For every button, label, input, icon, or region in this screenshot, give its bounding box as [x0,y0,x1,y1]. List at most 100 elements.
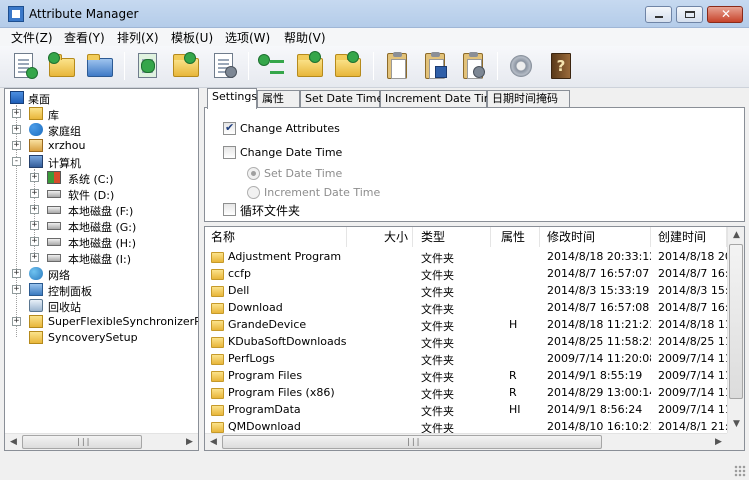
cell-created: 2009/7/14 11 [658,403,727,416]
status-bar [0,455,749,480]
table-row[interactable]: Download 文件夹 2014/8/7 16:57:08 2014/8/7 16: [205,300,744,317]
close-button[interactable]: ✕ [707,6,743,23]
clipboard-save-button[interactable] [419,50,451,82]
column-created[interactable]: 创建时间 [651,227,727,247]
cell-modified: 2014/8/10 16:10:21 [547,420,651,433]
cell-modified: 2014/8/25 11:58:25 [547,335,651,348]
file-list[interactable]: 名称 大小 类型 属性 修改时间 创建时间 Adjustment Program… [204,226,745,451]
document-checklist-button[interactable] [8,50,40,82]
drive-icon [47,238,61,246]
collapse-icon[interactable]: - [12,157,21,166]
scroll-right-icon[interactable]: ▶ [181,434,198,450]
list-vertical-scrollbar[interactable]: ▲ ▼ [727,227,744,433]
scroll-left-icon[interactable]: ◀ [205,434,222,450]
scroll-thumb[interactable] [729,244,743,399]
table-row[interactable]: Adjustment Program 文件夹 2014/8/18 20:33:12 2… [205,249,744,266]
table-row[interactable]: Dell 文件夹 2014/8/3 15:33:19 2014/8/3 15: [205,283,744,300]
resize-grip-icon[interactable] [734,465,746,477]
sync-button[interactable] [132,50,164,82]
expand-icon[interactable]: + [30,253,39,262]
add-sort-button[interactable] [256,50,288,82]
tab-attributes[interactable]: 属性 [257,90,300,108]
clipboard-button[interactable] [381,50,413,82]
tab-increment-date-time[interactable]: Increment Date Time [380,90,501,108]
column-name[interactable]: 名称 [205,227,347,247]
menu-view[interactable]: 查看(Y) [64,29,105,46]
scroll-down-icon[interactable]: ▼ [728,416,744,433]
table-row[interactable]: GrandeDevice 文件夹 H 2014/8/18 11:21:23 2014/8… [205,317,744,334]
cell-created: 2009/7/14 11 [658,369,727,382]
change-date-time-checkbox[interactable] [223,146,236,159]
document-gear-button[interactable] [208,50,240,82]
column-type[interactable]: 类型 [413,227,491,247]
change-attributes-checkbox[interactable] [223,121,236,135]
column-attributes[interactable]: 属性 [491,227,540,247]
scroll-thumb[interactable]: ||| [22,435,142,449]
folder-tree[interactable]: 桌面 + 库 + 家庭组 + xrzhou - 计算机 + 系统 (C:) + … [4,88,199,451]
title-bar: Attribute Manager ✕ [0,0,749,28]
set-date-time-radio[interactable] [247,167,260,180]
table-row[interactable]: PerfLogs 文件夹 2009/7/14 11:20:08 2009/7/14 1… [205,351,744,368]
expand-icon[interactable]: + [12,125,21,134]
tree-item-label: SuperFlexibleSynchronizerPorta [48,315,199,328]
scroll-thumb[interactable]: ||| [222,435,602,449]
loop-folder-checkbox[interactable] [223,203,236,216]
expand-icon[interactable]: + [30,205,39,214]
expand-icon[interactable]: + [30,189,39,198]
tab-settings[interactable]: Settings [207,88,257,109]
table-row[interactable]: Program Files 文件夹 R 2014/9/1 8:55:19 2009/7/… [205,368,744,385]
scroll-up-icon[interactable]: ▲ [728,227,744,244]
folder-check-button[interactable] [46,50,78,82]
increment-date-time-radio[interactable] [247,186,260,199]
list-horizontal-scrollbar[interactable]: ◀ ||| ▶ [205,433,727,450]
menu-file[interactable]: 文件(Z) [11,29,53,46]
menu-arrange[interactable]: 排列(X) [117,29,159,46]
cell-modified: 2014/8/3 15:33:19 [547,284,650,297]
maximize-button[interactable] [676,6,703,23]
expand-icon[interactable]: + [12,285,21,294]
check-badge-icon [26,67,38,79]
help-button[interactable]: ? [545,50,577,82]
tree-horizontal-scrollbar[interactable]: ◀ ||| ▶ [5,433,198,450]
column-size[interactable]: 大小 [347,227,413,247]
tab-date-time-mask[interactable]: 日期时间掩码 [487,90,570,108]
folder-stack-button[interactable] [84,50,116,82]
expand-icon[interactable]: + [12,269,21,278]
scroll-right-icon[interactable]: ▶ [710,434,727,450]
toolbar-separator [248,52,249,80]
folder-icon [211,286,224,297]
menu-template[interactable]: 模板(U) [171,29,213,46]
cell-type: 文件夹 [421,320,454,333]
expand-icon[interactable]: + [30,237,39,246]
table-row[interactable]: KDubaSoftDownloads 文件夹 2014/8/25 11:58:25 2… [205,334,744,351]
folder-icon [29,331,43,344]
cell-modified: 2014/8/7 16:57:07 [547,267,650,280]
folder-up-button[interactable] [170,50,202,82]
menu-help[interactable]: 帮助(V) [284,29,326,46]
expand-icon[interactable]: + [12,141,21,150]
tab-set-date-time[interactable]: Set Date Time [300,90,383,108]
expand-icon[interactable]: + [12,317,21,326]
expand-icon[interactable]: + [12,109,21,118]
minimize-button[interactable] [645,6,672,23]
cell-modified: 2009/7/14 11:20:08 [547,352,651,365]
remove-folder-button[interactable] [332,50,364,82]
tree-item-label: SyncoverySetup [48,331,138,344]
computer-icon [29,155,43,168]
table-row[interactable]: ccfp 文件夹 2014/8/7 16:57:07 2014/8/7 16: [205,266,744,283]
minus-badge-icon [347,51,359,63]
table-row[interactable]: Program Files (x86) 文件夹 R 2014/8/29 13:00:1… [205,385,744,402]
plus-badge-icon [309,51,321,63]
clipboard-gear-button[interactable] [457,50,489,82]
menu-options[interactable]: 选项(W) [225,29,270,46]
add-folder-button[interactable] [294,50,326,82]
column-modified[interactable]: 修改时间 [540,227,651,247]
expand-icon[interactable]: + [30,221,39,230]
tree-item-label: 控制面板 [48,285,92,298]
expand-icon[interactable]: + [30,173,39,182]
loop-folder-label: 循环文件夹 [240,204,301,218]
scroll-left-icon[interactable]: ◀ [5,434,22,450]
cell-created: 2014/8/25 11 [658,335,727,348]
table-row[interactable]: ProgramData 文件夹 HI 2014/9/1 8:56:24 2009/7/1… [205,402,744,419]
settings-button[interactable] [505,50,537,82]
